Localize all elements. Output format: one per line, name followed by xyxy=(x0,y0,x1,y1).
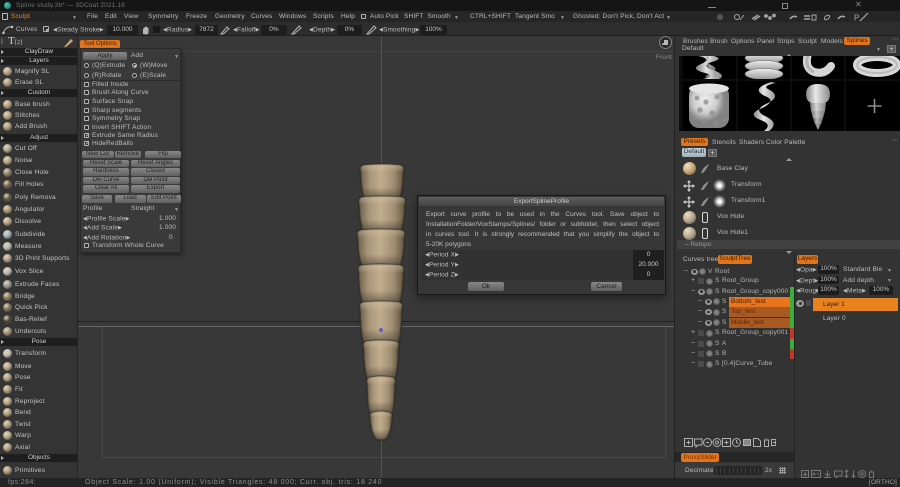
svg-text:P: P xyxy=(854,14,859,23)
